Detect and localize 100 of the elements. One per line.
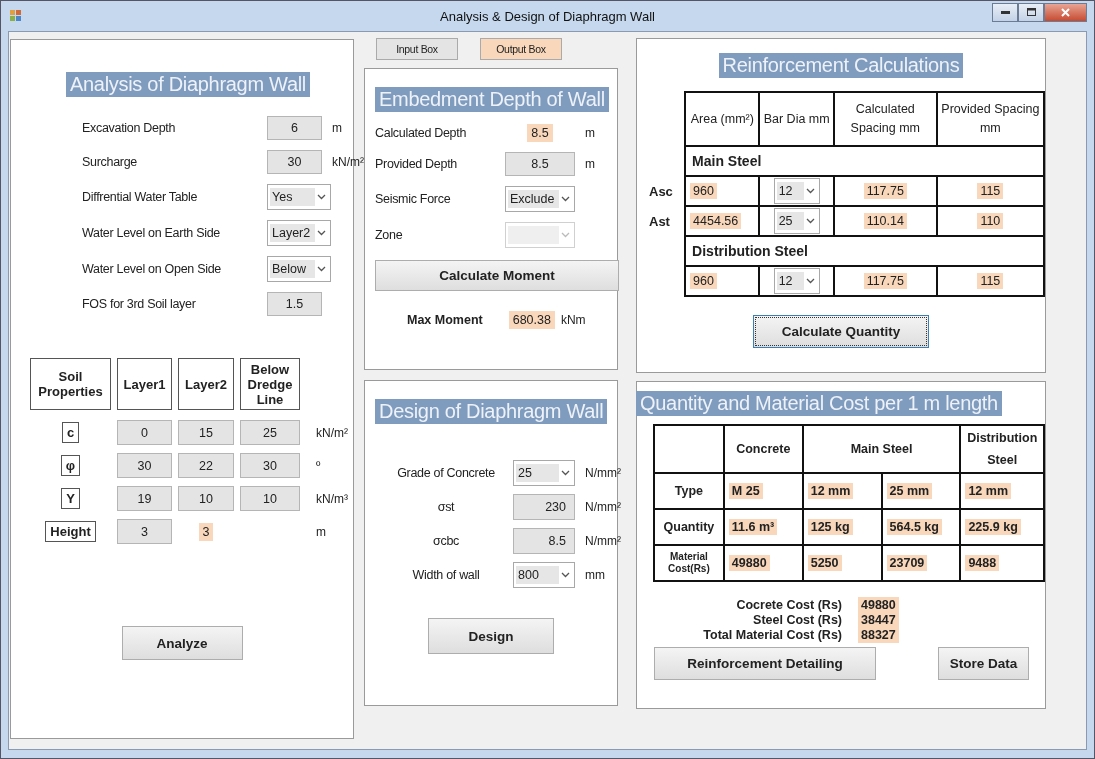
input-field[interactable]: 8.5	[513, 528, 575, 554]
output-value: 3	[198, 522, 214, 541]
column-header: Below Dredge Line	[240, 358, 300, 410]
input-field[interactable]: 3	[117, 519, 172, 544]
field-label: σcbc	[432, 534, 460, 548]
output-value: 117.75	[863, 273, 907, 289]
dropdown[interactable]: Layer2	[267, 220, 331, 246]
input-field[interactable]: 19	[117, 486, 172, 511]
panel-title: Analysis of Diaphragm Wall	[66, 72, 310, 97]
input-field[interactable]: 25	[240, 420, 300, 445]
field-label: σst	[436, 500, 456, 514]
output-value: 8.5	[527, 124, 553, 142]
dropdown[interactable]: 25	[513, 460, 575, 486]
unit-label: kN/m³	[315, 491, 349, 506]
total-label: Total Material Cost (Rs)	[702, 628, 842, 643]
output-value: 225.9 kg	[965, 519, 1021, 535]
window-title: Analysis & Design of Diaphragm Wall	[440, 8, 655, 24]
unit-label: kNm	[560, 313, 586, 327]
input-field[interactable]: 30	[240, 453, 300, 478]
output-value: 960	[690, 273, 717, 289]
unit-label: N/mm²	[584, 466, 621, 480]
reinforcement-detailing-button[interactable]: Reinforcement Detailing	[654, 647, 876, 680]
field-label: FOS for 3rd Soil layer	[82, 297, 197, 311]
column-header: Area (mm²)	[685, 92, 760, 146]
panel-title: Design of Diaphragm Wall	[375, 399, 608, 424]
output-value: 110	[977, 213, 1004, 229]
output-value: 25 mm	[886, 483, 933, 499]
field-label: Provided Depth	[375, 157, 458, 171]
output-value: 110.14	[863, 213, 907, 229]
input-field[interactable]: 6	[267, 116, 322, 140]
row-header: Type	[654, 473, 724, 509]
chevron-down-icon	[317, 194, 326, 200]
output-value: 38447	[858, 612, 899, 628]
analyze-button[interactable]: Analyze	[121, 626, 243, 660]
design-button[interactable]: Design	[428, 618, 554, 654]
store-data-button[interactable]: Store Data	[938, 647, 1029, 680]
column-header: Provided Spacing mm	[936, 92, 1044, 146]
dropdown[interactable]: 12	[773, 178, 820, 204]
row-header: Height	[45, 521, 96, 542]
unit-label: m	[315, 524, 327, 539]
minimize-icon	[1000, 10, 1010, 14]
input-field[interactable]: 10	[178, 486, 234, 511]
column-header: Main Steel	[802, 425, 961, 473]
output-value: 49880	[728, 555, 770, 571]
dropdown[interactable]: Exclude	[505, 186, 575, 212]
row-header: Material Cost(Rs)	[654, 545, 724, 581]
maximize-button[interactable]	[1018, 2, 1044, 22]
chevron-down-icon	[317, 230, 326, 236]
input-field[interactable]: 30	[267, 150, 322, 174]
input-field[interactable]: 15	[178, 420, 234, 445]
output-value: 680.38	[508, 311, 555, 329]
minimize-button[interactable]	[992, 2, 1018, 22]
input-field[interactable]: 1.5	[267, 292, 322, 316]
total-label: Steel Cost (Rs)	[752, 613, 842, 628]
close-button[interactable]	[1044, 2, 1087, 22]
input-field[interactable]: 0	[117, 420, 172, 445]
unit-label: kN/m²	[315, 425, 349, 440]
section-header: Distribution Steel	[685, 236, 1044, 266]
output-value: 115	[977, 273, 1004, 289]
maximize-icon	[1026, 8, 1036, 16]
field-label: Calculated Depth	[375, 126, 468, 140]
dropdown[interactable]: 25	[773, 208, 820, 234]
dropdown[interactable]: 12	[773, 268, 820, 294]
total-label: Cocrete Cost (Rs)	[735, 598, 842, 613]
calculate-quantity-button[interactable]: Calculate Quantity	[753, 315, 929, 348]
field-label: Zone	[375, 228, 404, 242]
input-field[interactable]: 8.5	[505, 152, 575, 176]
column-header: Distribution Steel	[960, 425, 1044, 473]
row-header: c	[61, 422, 80, 443]
section-header: Main Steel	[685, 146, 1044, 176]
output-value: 12 mm	[807, 483, 854, 499]
row-header: Y	[61, 488, 80, 509]
output-value: 12 mm	[965, 483, 1012, 499]
calculate-moment-button[interactable]: Calculate Moment	[375, 260, 619, 291]
unit-label: º	[315, 458, 322, 473]
output-value: 9488	[965, 555, 1000, 571]
unit-label: mm	[584, 568, 606, 582]
dropdown[interactable]: Yes	[267, 184, 331, 210]
output-value: 4454.56	[690, 213, 742, 229]
panel-title: Reinforcement Calculations	[718, 53, 964, 78]
output-value: 23709	[886, 555, 928, 571]
legend-key: Input Box	[376, 38, 458, 60]
chevron-down-icon	[561, 470, 570, 476]
input-field[interactable]: 10	[240, 486, 300, 511]
dropdown[interactable]: Below	[267, 256, 331, 282]
app-icon	[10, 10, 22, 22]
input-field[interactable]: 230	[513, 494, 575, 520]
unit-label: m	[584, 126, 596, 140]
field-label: Diffrential Water Table	[82, 190, 199, 204]
dropdown[interactable]: 800	[513, 562, 575, 588]
input-field[interactable]: 30	[117, 453, 172, 478]
row-label: Ast	[649, 213, 670, 229]
output-value: 88327	[858, 627, 899, 643]
chevron-down-icon	[805, 188, 815, 194]
column-header: Soil Properties	[30, 358, 111, 410]
input-field[interactable]: 22	[178, 453, 234, 478]
field-label: Water Level on Open Side	[82, 262, 222, 276]
field-label: Water Level on Earth Side	[82, 226, 221, 240]
row-header: φ	[60, 455, 81, 476]
output-value: 564.5 kg	[886, 519, 942, 535]
